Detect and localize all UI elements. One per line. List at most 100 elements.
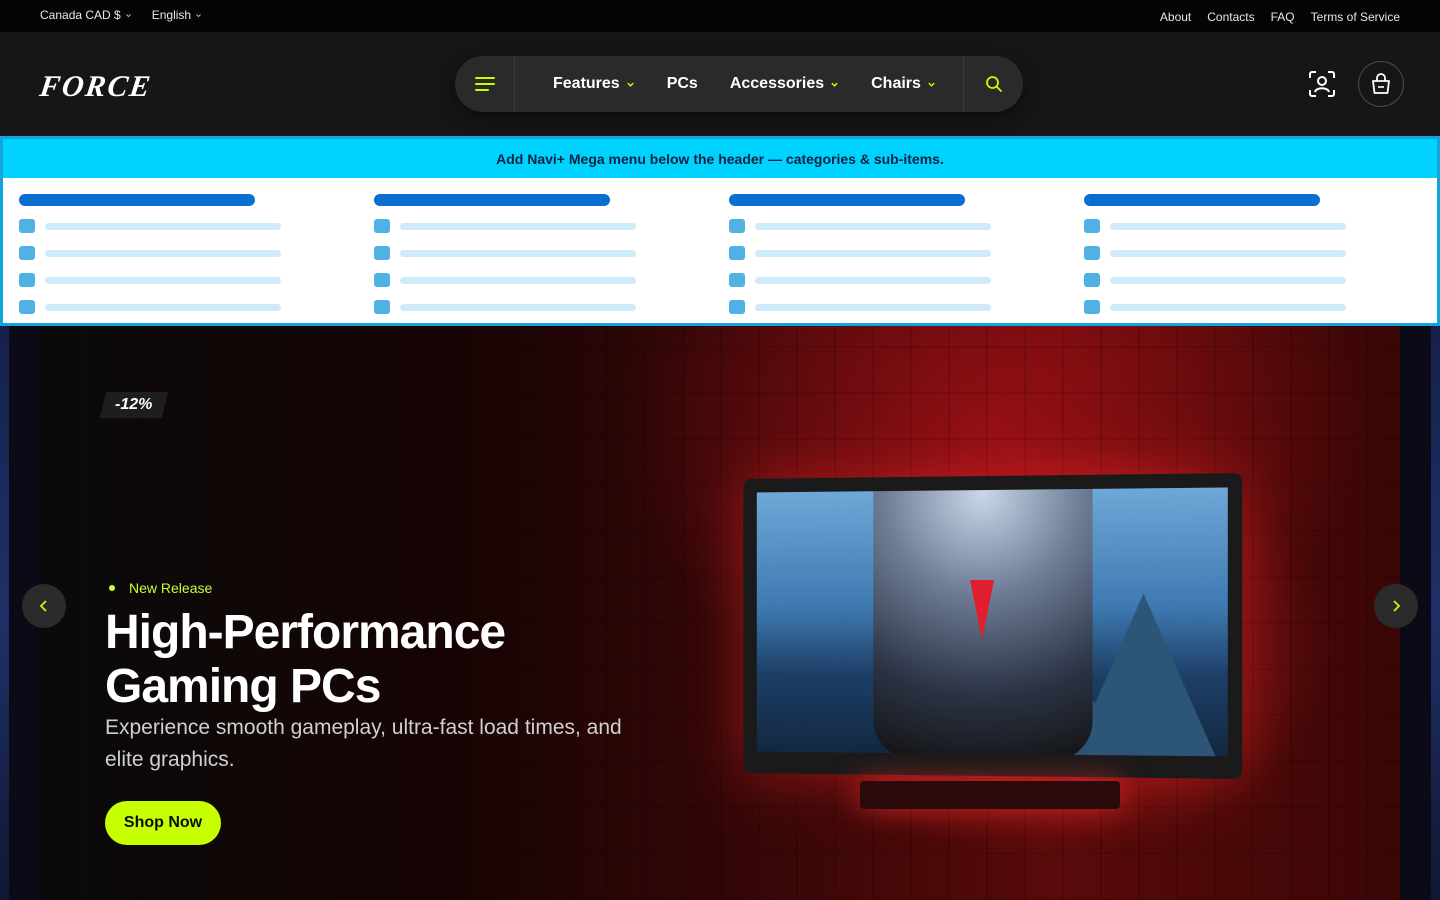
currency-label: Canada CAD $ [40,8,121,22]
menu-item-placeholder[interactable] [1084,219,1346,233]
account-button[interactable] [1300,62,1344,106]
item-icon-placeholder [1084,246,1100,260]
top-utility-bar: Canada CAD $ English About Contacts FAQ … [0,0,1440,32]
item-text-placeholder [1110,276,1346,284]
item-icon-placeholder [729,246,745,260]
menu-item-placeholder[interactable] [374,300,636,314]
item-icon-placeholder [1084,219,1100,233]
menu-item-placeholder[interactable] [1084,246,1346,260]
menu-item-placeholder[interactable] [729,300,991,314]
mega-menu-banner: Add Navi+ Mega menu below the header — c… [3,139,1437,178]
chevron-left-icon [39,600,47,612]
locale-selectors: Canada CAD $ English [40,8,202,22]
utility-links: About Contacts FAQ Terms of Service [1160,10,1400,24]
item-text-placeholder [400,222,636,230]
item-icon-placeholder [1084,300,1100,314]
item-text-placeholder [45,222,281,230]
item-icon-placeholder [374,246,390,260]
menu-item-placeholder[interactable] [19,300,281,314]
chevron-down-icon [626,82,634,87]
menu-button[interactable] [455,56,515,112]
language-label: English [151,8,192,22]
nav-item-label: Chairs [871,75,921,92]
hero-monitor-image [743,473,1243,779]
nav-item-accessories[interactable]: Accessories [730,75,839,93]
item-text-placeholder [400,303,636,311]
item-text-placeholder [45,249,281,257]
menu-item-placeholder[interactable] [729,273,991,287]
item-text-placeholder [45,303,281,311]
item-icon-placeholder [19,273,35,287]
discount-badge: -12% [99,392,169,418]
menu-item-placeholder[interactable] [1084,300,1346,314]
search-button[interactable] [963,56,1023,112]
language-selector[interactable]: English [152,8,202,22]
link-terms[interactable]: Terms of Service [1311,10,1400,24]
item-icon-placeholder [19,246,35,260]
main-nav: Features PCs Accessories Chairs [455,56,1023,112]
link-about[interactable]: About [1160,10,1191,24]
nav-item-pcs[interactable]: PCs [667,75,698,93]
discount-badge-label: -12% [115,396,153,413]
menu-item-placeholder[interactable] [374,246,636,260]
mega-menu-column [374,194,636,314]
item-icon-placeholder [374,273,390,287]
account-icon [1309,71,1335,97]
brand-logo[interactable]: FORCE [38,70,154,104]
hero-tag-label: New Release [129,580,213,596]
menu-item-placeholder[interactable] [19,219,281,233]
hero-title: High-Performance Gaming PCs [105,606,506,713]
item-icon-placeholder [729,300,745,314]
menu-item-placeholder[interactable] [1084,273,1346,287]
nav-item-label: PCs [666,75,698,92]
item-icon-placeholder [374,219,390,233]
column-heading-placeholder [729,194,965,206]
menu-item-placeholder[interactable] [19,246,281,260]
item-text-placeholder [755,222,991,230]
next-slide-button[interactable] [1374,584,1418,628]
cart-icon [1372,73,1390,94]
item-text-placeholder [400,276,636,284]
chevron-down-icon [125,13,131,17]
mega-menu-columns [3,178,1437,323]
nav-item-features[interactable]: Features [553,75,635,93]
shop-now-button[interactable]: Shop Now [105,801,221,845]
chevron-down-icon [196,13,202,17]
link-faq[interactable]: FAQ [1271,10,1295,24]
item-text-placeholder [755,276,991,284]
item-text-placeholder [755,249,991,257]
nav-items: Features PCs Accessories Chairs [515,75,963,93]
mega-menu-column [19,194,281,314]
link-contacts[interactable]: Contacts [1207,10,1254,24]
prev-slide-button[interactable] [22,584,66,628]
menu-item-placeholder[interactable] [729,246,991,260]
menu-item-placeholder[interactable] [374,219,636,233]
robot-core [970,580,994,640]
item-icon-placeholder [374,300,390,314]
menu-item-placeholder[interactable] [374,273,636,287]
next-slide-peek [1431,326,1440,900]
item-text-placeholder [400,249,636,257]
item-icon-placeholder [1084,273,1100,287]
item-text-placeholder [1110,249,1346,257]
nav-item-label: Accessories [729,75,825,92]
item-text-placeholder [755,303,991,311]
nav-item-chairs[interactable]: Chairs [871,75,936,93]
mega-menu-column [1084,194,1346,314]
chevron-down-icon [831,82,838,87]
nav-item-label: Features [553,75,620,92]
item-icon-placeholder [19,300,35,314]
hero-tag: New Release [109,580,212,596]
hero-slide: -12% New Release High-Performance Gaming… [40,326,1400,900]
monitor-screen [756,487,1228,757]
menu-item-placeholder[interactable] [19,273,281,287]
hero-subtitle: Experience smooth gameplay, ultra-fast l… [105,716,622,771]
menu-icon [474,77,495,91]
item-text-placeholder [45,276,281,284]
menu-item-placeholder[interactable] [729,219,991,233]
item-icon-placeholder [729,219,745,233]
tag-dot [109,585,115,591]
cart-button[interactable] [1358,61,1404,107]
currency-selector[interactable]: Canada CAD $ [40,8,132,22]
mega-menu-column [729,194,991,314]
